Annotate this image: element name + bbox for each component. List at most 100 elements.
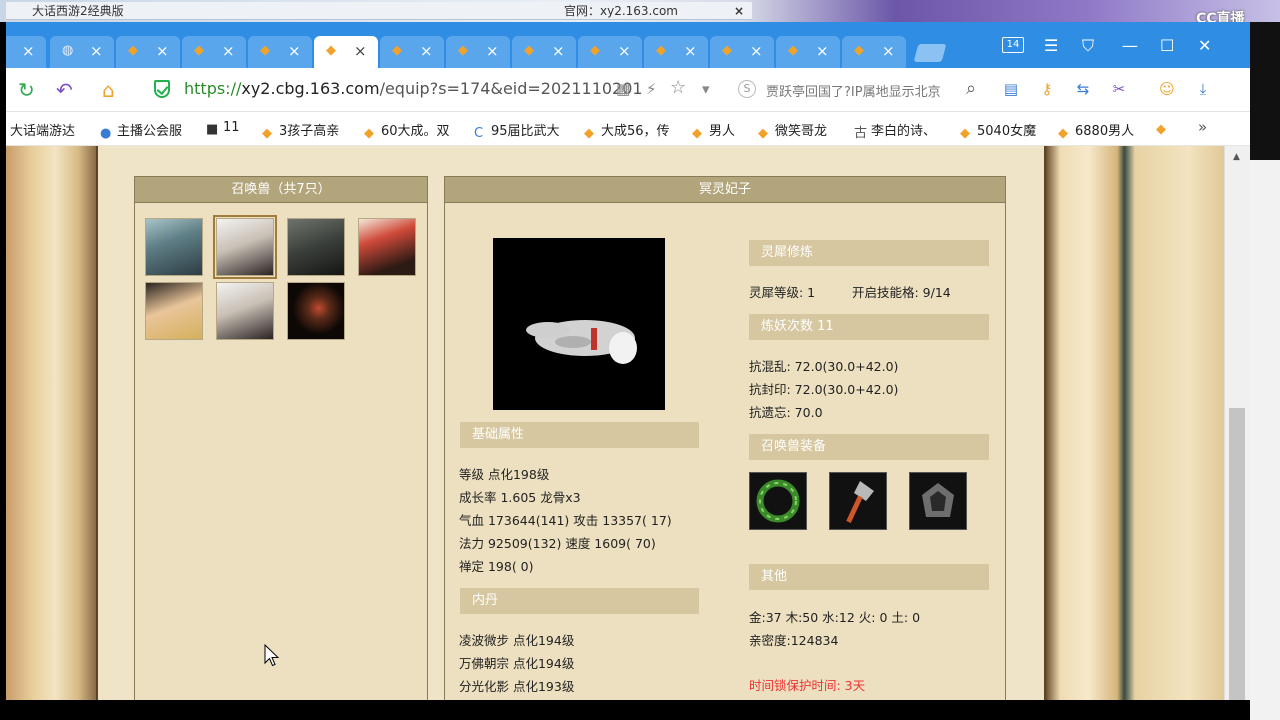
home-icon[interactable]: ⌂ xyxy=(102,78,115,102)
background-window-close-button[interactable]: × xyxy=(734,2,744,19)
background-window-titlebar[interactable]: 大话西游2经典版 官网：xy2.163.com × xyxy=(6,2,752,20)
pet-avatar[interactable] xyxy=(145,282,203,340)
pet-favicon-icon: ◆ xyxy=(722,43,732,58)
pet-avatar[interactable] xyxy=(216,282,274,340)
scissors-icon[interactable]: ✂ xyxy=(1108,78,1130,100)
pet-avatar-selected[interactable] xyxy=(213,215,277,279)
tab-close-button[interactable]: × xyxy=(618,42,631,60)
extension-notes-icon[interactable]: ▤ xyxy=(1000,78,1022,100)
key-icon[interactable]: ⚷ xyxy=(1036,78,1058,100)
globe-icon: ◍ xyxy=(62,43,74,58)
more-bookmarks-icon[interactable]: » xyxy=(1198,118,1207,136)
pet-favicon-icon: ◆ xyxy=(1156,122,1166,137)
bookmark-item[interactable]: C 95届比武大 xyxy=(474,120,560,141)
vertical-scrollbar[interactable]: ▲ xyxy=(1224,146,1250,700)
tab-close-button[interactable]: × xyxy=(420,42,433,60)
tab-close-button[interactable]: × xyxy=(882,42,895,60)
tab-close-button[interactable]: × xyxy=(354,42,367,60)
ring-equip-icon[interactable] xyxy=(749,472,807,530)
pet-portrait-image xyxy=(493,238,665,410)
mouse-cursor-icon xyxy=(264,644,280,667)
new-tab-button[interactable] xyxy=(913,44,947,62)
pet-favicon-icon: ◆ xyxy=(1058,126,1068,141)
menu-icon[interactable]: ☰ xyxy=(1044,36,1058,55)
browser-tab[interactable]: ◆× xyxy=(512,36,576,68)
browser-tab[interactable]: ◆× xyxy=(116,36,180,68)
url-field[interactable]: https://xy2.cbg.163.com/equip?s=174&eid=… xyxy=(184,79,643,98)
bookmark-item[interactable]: ◆ 60大成。双 xyxy=(364,120,450,141)
bookmark-item[interactable]: ◆ 5040女魔 xyxy=(960,120,1036,141)
star-bookmark-icon[interactable]: ☆ xyxy=(670,77,686,98)
bookmark-item[interactable]: ◆ 6880男人 xyxy=(1058,120,1134,141)
pet-favicon-icon: ◆ xyxy=(854,43,864,58)
browser-tab[interactable]: ◆× xyxy=(446,36,510,68)
pets-panel-title: 召唤兽（共7只） xyxy=(135,177,427,203)
browser-tab[interactable]: ◍ × xyxy=(50,36,114,68)
url-protocol: https:// xyxy=(184,79,242,98)
tab-close-button[interactable]: × xyxy=(684,42,697,60)
bookmark-item[interactable]: 古李白的诗、 xyxy=(854,120,936,141)
translate-icon[interactable]: ⇆ xyxy=(1072,78,1094,100)
stat-mp-speed: 法力 92509(132) 速度 1609( 70) xyxy=(459,536,656,551)
tab-close-button[interactable]: × xyxy=(288,42,301,60)
tab-close-button[interactable]: × xyxy=(816,42,829,60)
bookmark-item[interactable]: ● 主播公会服 xyxy=(100,120,182,141)
search-suggestion: 贾跃亭回国了?IP属地显示北京 xyxy=(766,85,941,100)
bookmark-item[interactable]: 大话端游达 xyxy=(10,120,75,139)
scrollbar-thumb[interactable] xyxy=(1229,408,1245,700)
maximize-icon[interactable]: ☐ xyxy=(1160,36,1174,55)
tab-close-button[interactable]: × xyxy=(22,42,35,60)
browser-tab[interactable]: ◆× xyxy=(842,36,906,68)
browser-tab[interactable]: ◆× xyxy=(578,36,642,68)
pet-favicon-icon: ◆ xyxy=(6,45,8,57)
refresh-icon[interactable]: ↻ xyxy=(18,78,35,102)
browser-tab[interactable]: ◆× xyxy=(776,36,840,68)
bookmark-item[interactable]: ◆ 大成56，传 xyxy=(584,120,670,141)
tab-close-button[interactable]: × xyxy=(552,42,565,60)
scroll-up-arrow-icon[interactable]: ▲ xyxy=(1233,152,1240,162)
browser-tab-active[interactable]: ◆ × xyxy=(314,36,378,68)
minimize-icon[interactable]: — xyxy=(1122,36,1138,55)
browser-tab[interactable]: ◆× xyxy=(6,36,46,68)
axe-equip-icon[interactable] xyxy=(829,472,887,530)
tab-close-button[interactable]: × xyxy=(750,42,763,60)
inner-core-item: 万佛朝宗 点化194级 xyxy=(459,656,575,671)
lightning-icon[interactable]: ⚡ xyxy=(646,80,657,98)
pets-list-panel: 召唤兽（共7只） xyxy=(134,176,428,700)
undo-back-icon[interactable]: ↶ xyxy=(56,78,73,102)
bookmark-item[interactable]: ◆ 男人 xyxy=(692,120,735,141)
search-box[interactable]: S 贾跃亭回国了?IP属地显示北京 ⌕ xyxy=(736,76,986,104)
poem-icon: 古 xyxy=(854,126,868,141)
chevron-down-icon[interactable]: ▾ xyxy=(702,80,710,98)
search-icon[interactable]: ⌕ xyxy=(966,78,976,99)
tab-close-button[interactable]: × xyxy=(156,42,169,60)
inner-core-header: 内丹 xyxy=(460,588,699,614)
bookmark-item[interactable]: ◆ 微笑哥龙 xyxy=(758,120,827,141)
bookmark-item[interactable]: ◆ 3孩子高亲 xyxy=(262,120,339,141)
tab-close-button[interactable]: × xyxy=(90,42,103,60)
pet-favicon-icon: ◆ xyxy=(524,43,534,58)
pet-avatar[interactable] xyxy=(145,218,203,276)
tab-close-button[interactable]: × xyxy=(222,42,235,60)
pet-favicon-icon: ◆ xyxy=(692,126,702,141)
pet-avatar[interactable] xyxy=(287,282,345,340)
pet-avatar[interactable] xyxy=(358,218,416,276)
tab-close-button[interactable]: × xyxy=(486,42,499,60)
download-icon[interactable]: ⤓ xyxy=(1192,78,1214,100)
pet-avatar[interactable] xyxy=(287,218,345,276)
browser-tab[interactable]: ◆× xyxy=(644,36,708,68)
browser-tab[interactable]: ◆× xyxy=(710,36,774,68)
smiley-icon[interactable]: ☺ xyxy=(1156,78,1178,100)
skin-shirt-icon[interactable]: ⛉ xyxy=(1082,36,1094,56)
bookmark-item[interactable]: ◆ xyxy=(1156,120,1173,137)
tab-count-badge[interactable]: 14 xyxy=(1002,37,1024,53)
bookmark-item[interactable]: ■ 11 xyxy=(206,120,240,137)
armor-equip-icon[interactable] xyxy=(909,472,967,530)
resist-seal: 抗封印: 72.0(30.0+42.0) xyxy=(749,382,899,397)
qr-code-icon[interactable]: ▦ xyxy=(616,80,630,98)
browser-tab[interactable]: ◆× xyxy=(248,36,312,68)
resist-forget: 抗遗忘: 70.0 xyxy=(749,405,823,420)
browser-tab[interactable]: ◆× xyxy=(182,36,246,68)
browser-tab[interactable]: ◆× xyxy=(380,36,444,68)
close-icon[interactable]: ✕ xyxy=(1198,36,1211,55)
